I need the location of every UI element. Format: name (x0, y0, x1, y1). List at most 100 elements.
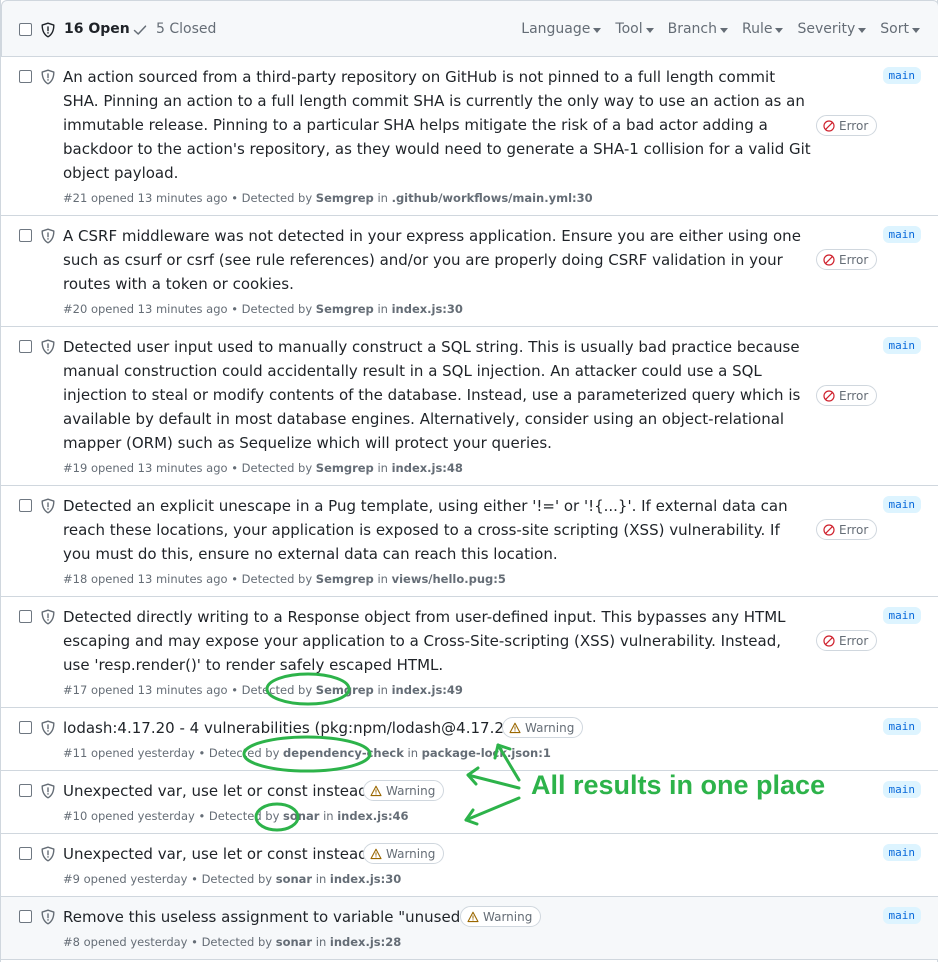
alert-tool: dependency-check (283, 746, 404, 760)
alert-tool: sonar (275, 872, 313, 886)
severity-filter[interactable]: Severity (797, 21, 867, 37)
alert-row[interactable]: Detected an explicit unescape in a Pug t… (1, 486, 938, 597)
shield-icon (41, 783, 55, 799)
stop-icon (823, 389, 835, 402)
alert-checkbox[interactable] (19, 499, 32, 512)
severity-label: Error (839, 252, 869, 267)
alert-row[interactable]: Unexpected var, use let or const instead… (1, 834, 938, 897)
severity-badge: Warning (502, 717, 584, 738)
severity-badge: Warning (363, 843, 445, 864)
alert-row[interactable]: A CSRF middleware was not detected in yo… (1, 216, 938, 327)
alert-checkbox[interactable] (19, 610, 32, 623)
severity-label: Error (839, 633, 869, 648)
alert-title[interactable]: Remove this useless assignment to variab… (63, 905, 472, 929)
alert-row[interactable]: Detected directly writing to a Response … (1, 597, 938, 708)
alert-title-text: Unexpected var, use let or const instead… (63, 782, 373, 800)
alert-tool: Semgrep (315, 683, 374, 697)
caret-down-icon (645, 27, 654, 33)
branch-label: main (882, 718, 921, 735)
rule-filter[interactable]: Rule (742, 21, 784, 37)
alert-opened: opened 13 minutes ago (90, 572, 228, 586)
closed-filter[interactable]: 5 Closed (156, 21, 216, 37)
shield-icon (41, 609, 55, 625)
alert-number: #10 (63, 809, 88, 823)
alert-location: index.js:46 (337, 809, 409, 823)
alert-checkbox[interactable] (19, 721, 32, 734)
severity-badge: Error (816, 519, 878, 540)
alert-row[interactable]: lodash:4.17.20 - 4 vulnerabilities (pkg:… (1, 708, 938, 771)
alert-checkbox[interactable] (19, 229, 32, 242)
alert-number: #19 (63, 461, 88, 475)
alert-row[interactable]: Detected user input used to manually con… (1, 327, 938, 486)
alert-row[interactable]: An action sourced from a third-party rep… (1, 57, 938, 216)
alert-location: .github/workflows/main.yml:30 (391, 191, 593, 205)
annotation-text: All results in one place (531, 770, 826, 800)
alert-title[interactable]: Unexpected var, use let or const instead… (63, 842, 372, 866)
alert-location: index.js:30 (391, 302, 463, 316)
alert-meta: #21 opened 13 minutes ago • Detected by … (63, 191, 593, 205)
alert-number: #18 (63, 572, 88, 586)
alert-checkbox[interactable] (19, 847, 32, 860)
alert-location: index.js:48 (391, 461, 463, 475)
alert-detected-by: • Detected by (198, 809, 280, 823)
alert-title[interactable]: lodash:4.17.20 - 4 vulnerabilities (pkg:… (63, 716, 519, 740)
alert-checkbox[interactable] (19, 340, 32, 353)
alert-title[interactable]: An action sourced from a third-party rep… (63, 65, 811, 185)
alert-opened: opened 13 minutes ago (90, 683, 228, 697)
shield-icon (41, 339, 55, 355)
alert-title[interactable]: Unexpected var, use let or const instead… (63, 779, 372, 803)
alert-detected-by: • Detected by (231, 302, 313, 316)
branch-label: main (882, 907, 921, 924)
alert-row[interactable]: Remove this useless assignment to variab… (1, 897, 938, 960)
severity-badge: Error (816, 630, 878, 651)
alert-opened: opened 13 minutes ago (90, 191, 228, 205)
tool-filter[interactable]: Tool (615, 21, 654, 37)
alert-checkbox[interactable] (19, 910, 32, 923)
severity-label: Warning (525, 720, 575, 735)
stop-icon (823, 253, 835, 266)
stop-icon (823, 119, 835, 132)
shield-icon (41, 720, 55, 736)
alert-checkbox[interactable] (19, 784, 32, 797)
alert-opened: opened yesterday (90, 746, 195, 760)
branch-label: main (882, 337, 921, 354)
branch-filter-label: Branch (667, 21, 717, 37)
alert-in: in (377, 683, 388, 697)
language-filter[interactable]: Language (521, 21, 602, 37)
severity-filter-label: Severity (797, 21, 856, 37)
alert-number: #21 (63, 191, 88, 205)
alerts-panel: 16 Open 5 Closed Language Tool Branch Ru… (0, 0, 938, 962)
alert-checkbox[interactable] (19, 70, 32, 83)
alert-in: in (407, 746, 419, 760)
caret-down-icon (593, 27, 602, 33)
alert-detected-by: • Detected by (231, 683, 313, 697)
alert-tool: Semgrep (315, 302, 374, 316)
language-filter-label: Language (521, 21, 591, 37)
alert-opened: opened 13 minutes ago (90, 302, 228, 316)
alert-title[interactable]: Detected directly writing to a Response … (63, 605, 811, 677)
branch-filter[interactable]: Branch (668, 21, 728, 37)
alert-title[interactable]: Detected user input used to manually con… (63, 335, 811, 455)
severity-label: Warning (386, 846, 436, 861)
open-filter[interactable]: 16 Open (64, 21, 130, 37)
alert-in: in (377, 191, 388, 205)
severity-label: Error (839, 522, 869, 537)
alert-meta: #8 opened yesterday • Detected by sonar … (63, 935, 401, 949)
caret-down-icon (775, 27, 784, 33)
alert-opened: opened yesterday (83, 872, 188, 886)
caret-down-icon (858, 27, 867, 33)
shield-icon (41, 498, 55, 514)
alert-title[interactable]: Detected an explicit unescape in a Pug t… (63, 494, 811, 566)
alert-title[interactable]: A CSRF middleware was not detected in yo… (63, 224, 811, 296)
sort-filter[interactable]: Sort (880, 21, 920, 37)
alert-in: in (315, 872, 327, 886)
alert-detected-by: • Detected by (231, 191, 313, 205)
alert-number: #9 (63, 872, 80, 886)
branch-label: main (882, 844, 921, 861)
caret-down-icon (719, 27, 728, 33)
branch-label: main (882, 781, 921, 798)
alert-detected-by: • Detected by (231, 572, 313, 586)
select-all-checkbox[interactable] (19, 23, 32, 36)
sort-filter-label: Sort (880, 21, 909, 37)
shield-icon (41, 228, 55, 244)
